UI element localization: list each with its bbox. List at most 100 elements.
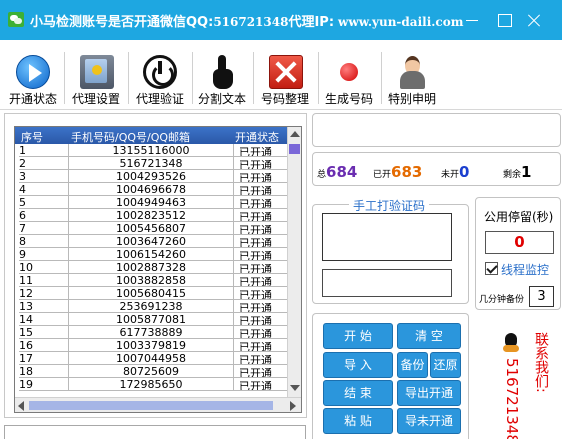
status-text-field[interactable] — [312, 113, 561, 147]
row-status-cell: 已开通 — [234, 287, 287, 300]
settings-book-icon — [80, 55, 114, 89]
row-account-cell: 1005877081 — [69, 313, 234, 326]
table-row[interactable]: 14 1005877081 已开通 — [15, 313, 287, 326]
pause-input[interactable]: 0 — [485, 231, 554, 254]
stat-opened: 已开683 — [373, 163, 422, 181]
bottom-input-field[interactable] — [4, 425, 306, 439]
row-account-cell: 1005456807 — [69, 222, 234, 235]
row-index-cell: 15 — [19, 326, 69, 339]
row-index-cell: 2 — [19, 157, 69, 170]
table-row[interactable]: 9 1006154260 已开通 — [15, 248, 287, 261]
restore-button[interactable]: 还原 — [430, 352, 461, 378]
table-row[interactable]: 13 253691238 已开通 — [15, 300, 287, 313]
toolbar: 开通状态 代理设置 代理验证 分割文本 号码整理 生成号码 特别申明 — [0, 40, 562, 110]
captcha-input[interactable] — [322, 269, 452, 297]
row-status-cell: 已开通 — [234, 326, 287, 339]
clear-button[interactable]: 清 空 — [397, 323, 461, 349]
table-row[interactable]: 1 13155116000 已开通 — [15, 144, 287, 157]
vertical-scrollbar[interactable] — [287, 127, 301, 397]
minimize-button[interactable] — [458, 8, 486, 32]
toolbar-label: 号码整理 — [260, 92, 309, 106]
import-button[interactable]: 导 入 — [323, 352, 393, 378]
header-account[interactable]: 手机号码/QQ号/QQ邮箱 — [71, 129, 190, 145]
results-grid[interactable]: 序号 手机号码/QQ号/QQ邮箱 开通状态 1 13155116000 已开通 2 51… — [14, 126, 302, 413]
thread-monitor-label[interactable]: 线程监控 — [501, 261, 549, 278]
table-row[interactable]: 19 172985650 已开通 — [15, 378, 287, 391]
row-account-cell: 1003882858 — [69, 274, 234, 287]
scroll-down-icon[interactable] — [290, 385, 300, 391]
export-opened-button[interactable]: 导出开通 — [397, 380, 461, 406]
end-button[interactable]: 结 束 — [323, 380, 393, 406]
header-index[interactable]: 序号 — [21, 129, 43, 145]
row-account-cell: 617738889 — [69, 326, 234, 339]
table-row[interactable]: 3 1004293526 已开通 — [15, 170, 287, 183]
scroll-thumb[interactable] — [29, 401, 273, 410]
table-row[interactable]: 4 1004696678 已开通 — [15, 183, 287, 196]
stat-unopened-value: 0 — [459, 163, 470, 181]
backup-interval-input[interactable]: 3 — [529, 286, 554, 307]
header-status[interactable]: 开通状态 — [235, 129, 279, 145]
pause-label: 公用停留(秒) — [484, 210, 554, 224]
row-status-cell: 已开通 — [234, 313, 287, 326]
toolbar-generate-numbers-button[interactable]: 生成号码 — [319, 40, 379, 110]
close-button[interactable] — [520, 8, 548, 32]
scroll-left-icon[interactable] — [18, 401, 24, 411]
table-row[interactable]: 15 617738889 已开通 — [15, 326, 287, 339]
toolbar-open-status-button[interactable]: 开通状态 — [4, 40, 62, 110]
toolbar-label: 生成号码 — [324, 92, 373, 106]
row-status-cell: 已开通 — [234, 261, 287, 274]
toolbar-separator — [253, 52, 254, 104]
row-status-cell: 已开通 — [234, 183, 287, 196]
toolbar-number-organize-button[interactable]: 号码整理 — [255, 40, 315, 110]
maximize-button[interactable] — [490, 8, 518, 32]
scroll-thumb[interactable] — [289, 144, 300, 154]
row-index-cell: 18 — [19, 365, 69, 378]
row-status-cell: 已开通 — [234, 144, 287, 157]
row-index-cell: 12 — [19, 287, 69, 300]
contact-qq-number: 516721348 — [503, 358, 521, 439]
stat-remaining-value: 1 — [521, 163, 532, 181]
row-index-cell: 5 — [19, 196, 69, 209]
row-index-cell: 1 — [19, 144, 69, 157]
start-button[interactable]: 开 始 — [323, 323, 393, 349]
thread-monitor-checkbox[interactable] — [485, 262, 498, 275]
row-account-cell: 253691238 — [69, 300, 234, 313]
wechat-app-icon — [8, 12, 24, 27]
row-index-cell: 16 — [19, 339, 69, 352]
toolbar-label: 开通状态 — [8, 92, 57, 106]
table-row[interactable]: 2 516721348 已开通 — [15, 157, 287, 170]
table-row[interactable]: 16 1003379819 已开通 — [15, 339, 287, 352]
row-index-cell: 7 — [19, 222, 69, 235]
toolbar-split-text-button[interactable]: 分割文本 — [193, 40, 251, 110]
title-suffix: 代理IP: — [288, 15, 335, 30]
row-account-cell: 172985650 — [69, 378, 234, 391]
horizontal-scrollbar[interactable] — [15, 397, 301, 412]
toolbar-special-statement-button[interactable]: 特别申明 — [382, 40, 442, 110]
captcha-image[interactable] — [322, 213, 452, 261]
row-status-cell: 已开通 — [234, 365, 287, 378]
table-row[interactable]: 8 1003647260 已开通 — [15, 235, 287, 248]
row-account-cell: 1004949463 — [69, 196, 234, 209]
action-buttons-panel: 开 始 清 空 导 入 备份 还原 结 束 导出开通 粘 贴 导未开通 — [312, 313, 469, 439]
scroll-up-icon[interactable] — [290, 131, 300, 137]
table-row[interactable]: 5 1004949463 已开通 — [15, 196, 287, 209]
backup-button[interactable]: 备份 — [397, 352, 428, 378]
table-row[interactable]: 17 1007044958 已开通 — [15, 352, 287, 365]
paste-button[interactable]: 粘 贴 — [323, 408, 393, 434]
table-row[interactable]: 10 1002887328 已开通 — [15, 261, 287, 274]
table-row[interactable]: 12 1005680415 已开通 — [15, 287, 287, 300]
table-row[interactable]: 11 1003882858 已开通 — [15, 274, 287, 287]
table-row[interactable]: 7 1005456807 已开通 — [15, 222, 287, 235]
row-index-cell: 11 — [19, 274, 69, 287]
row-status-cell: 已开通 — [234, 196, 287, 209]
row-account-cell: 80725609 — [69, 365, 234, 378]
row-index-cell: 4 — [19, 183, 69, 196]
row-status-cell: 已开通 — [234, 352, 287, 365]
row-status-cell: 已开通 — [234, 274, 287, 287]
toolbar-proxy-settings-button[interactable]: 代理设置 — [66, 40, 126, 110]
toolbar-proxy-verify-button[interactable]: 代理验证 — [130, 40, 190, 110]
export-unopened-button[interactable]: 导未开通 — [397, 408, 461, 434]
scroll-right-icon[interactable] — [290, 401, 296, 411]
table-row[interactable]: 18 80725609 已开通 — [15, 365, 287, 378]
table-row[interactable]: 6 1002823512 已开通 — [15, 209, 287, 222]
